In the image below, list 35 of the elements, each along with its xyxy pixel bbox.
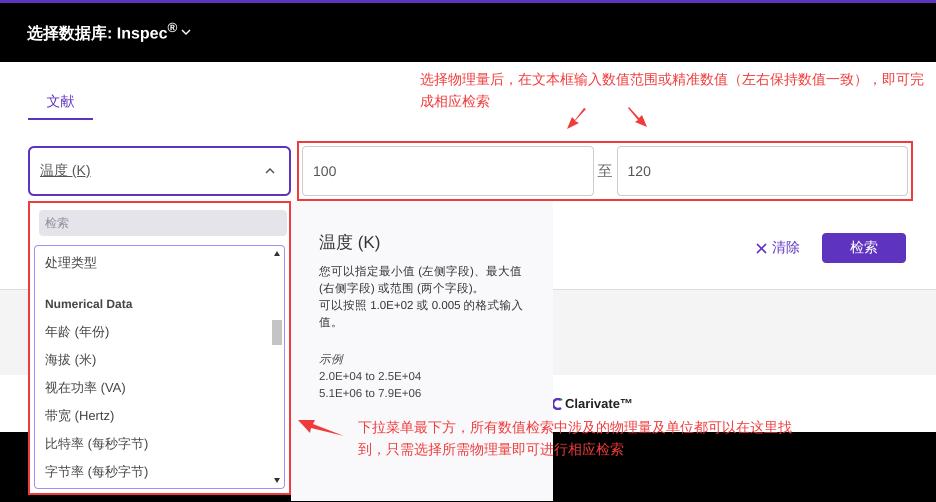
- scrollbar-thumb[interactable]: [272, 320, 282, 344]
- option-item[interactable]: 带宽 (Hertz): [45, 402, 270, 430]
- info-text: 可以按照 1.0E+02 或 0.005 的格式输入值。: [319, 298, 525, 331]
- arrow-icon: [298, 418, 344, 436]
- scroll-down-icon[interactable]: [274, 478, 280, 483]
- tab[interactable]: 文献: [28, 86, 93, 120]
- info-title: 温度 (K): [319, 232, 382, 254]
- caret-icon: [265, 168, 275, 174]
- option-item[interactable]: 视在功率 (VA): [45, 374, 270, 402]
- search-button[interactable]: 检索: [822, 233, 906, 263]
- example-text: 5.1E+06 to 7.9E+06: [319, 387, 422, 402]
- chevron-down-icon: [181, 29, 192, 36]
- option-item[interactable]: 比特率 (每秒字节): [45, 430, 270, 458]
- clear-button[interactable]: 清除: [756, 239, 800, 257]
- info-text: 您可以指定最小值 (左侧字段)、最大值 (右侧字段) 或范围 (两个字段)。: [319, 264, 523, 297]
- example-label: 示例: [319, 353, 345, 368]
- search-field[interactable]: 检索: [39, 210, 287, 236]
- annotation-text: 选择物理量后，在文本框输入数值范围或精准数值（左右保持数值一致），即可完成相应检索: [420, 70, 925, 111]
- option-item[interactable]: 处理类型: [45, 249, 270, 277]
- option-item[interactable]: 字节率 (每秒字节): [45, 458, 270, 486]
- max-value-field[interactable]: 120: [616, 146, 908, 196]
- min-value-field[interactable]: 100: [302, 146, 594, 196]
- logo-icon: [553, 398, 563, 410]
- group-heading: Numerical Data: [45, 296, 134, 313]
- option-item[interactable]: 海拔 (米): [45, 346, 270, 374]
- example-text: 2.0E+04 to 2.5E+04: [319, 370, 422, 385]
- scroll-up-icon[interactable]: [274, 251, 280, 256]
- clarivate-logo: Clarivate™: [553, 396, 633, 411]
- arrow-icon: [628, 106, 648, 128]
- option-item[interactable]: 年龄 (年份): [45, 318, 270, 346]
- database-selector[interactable]: 选择数据库: Inspec$^{®}$: [27, 20, 192, 45]
- arrow-icon: [566, 108, 588, 130]
- close-icon: [756, 242, 767, 254]
- field-select[interactable]: 温度 (K): [28, 146, 291, 196]
- range-separator: 至: [598, 162, 612, 180]
